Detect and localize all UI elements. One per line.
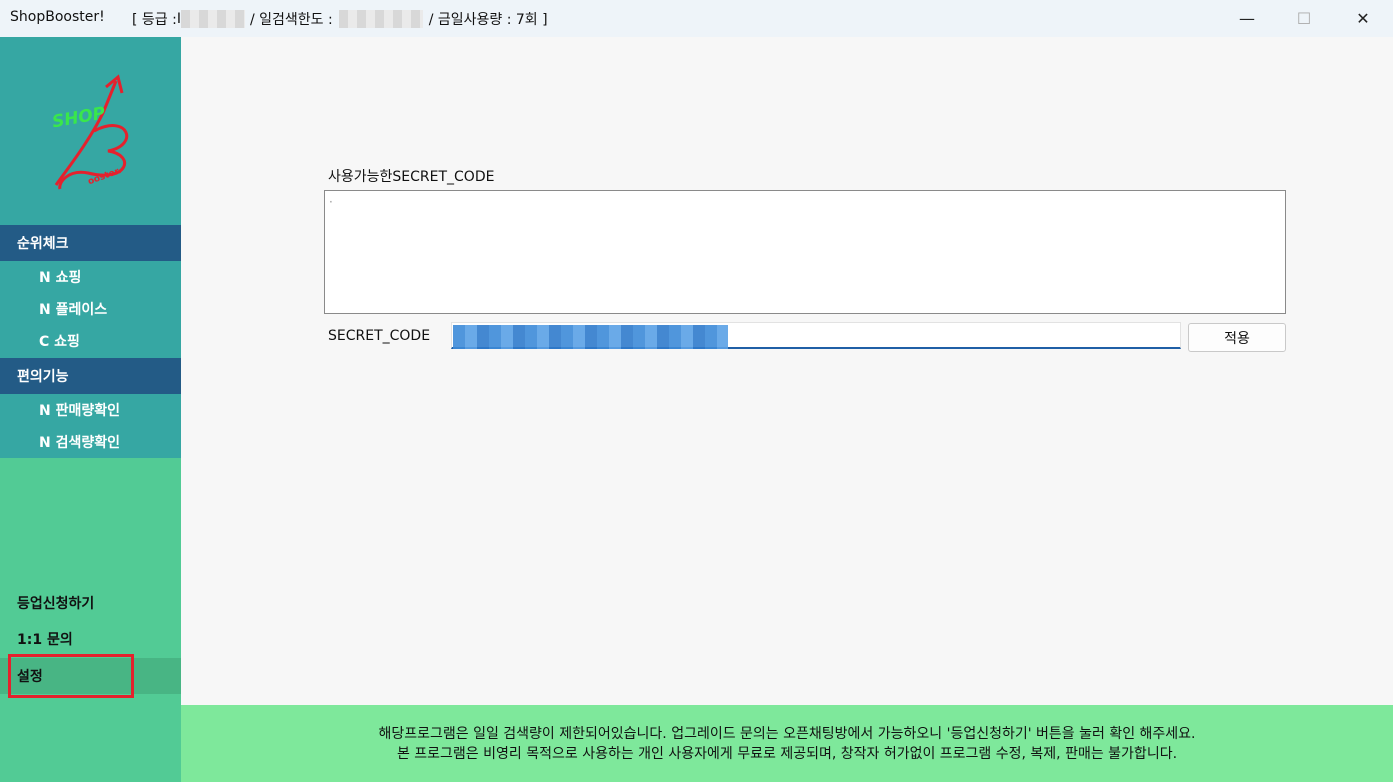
apply-button[interactable]: 적용 <box>1188 323 1286 352</box>
app-title: ShopBooster! <box>10 9 105 25</box>
title-bar: ShopBooster! [ 등급 : I / 일검색한도 : / 금일사용량 … <box>0 0 1393 37</box>
account-info: [ 등급 : I / 일검색한도 : / 금일사용량 : 7회 ] <box>132 9 548 29</box>
nav-item-c-shopping[interactable]: C 쇼핑 <box>0 325 181 357</box>
section-header-utilities[interactable]: 편의기능 <box>0 358 181 394</box>
shopbooster-logo: SHOP ooster. <box>51 74 129 190</box>
logo-text-booster: ooster. <box>87 166 123 187</box>
daily-limit-label: / 일검색한도 : <box>249 12 333 28</box>
secret-code-list[interactable]: · <box>324 190 1286 314</box>
grade-value-redacted <box>180 10 245 28</box>
minimize-icon: — <box>1239 9 1255 28</box>
nav-item-n-shopping[interactable]: N 쇼핑 <box>0 261 181 293</box>
section-header-rank-check[interactable]: 순위체크 <box>0 225 181 261</box>
nav-item-n-search-volume[interactable]: N 검색량확인 <box>0 426 181 458</box>
footer-notice: 해당프로그램은 일일 검색량이 제한되어있습니다. 업그레이드 문의는 오픈채팅… <box>181 705 1393 782</box>
nav-item-n-place[interactable]: N 플레이스 <box>0 293 181 325</box>
footer-notice-line-1: 해당프로그램은 일일 검색량이 제한되어있습니다. 업그레이드 문의는 오픈채팅… <box>378 725 1196 742</box>
sidebar: SHOP ooster. 순위체크 N 쇼핑 N 플레이스 C 쇼핑 편의기능 … <box>0 37 181 782</box>
minimize-button[interactable]: — <box>1219 0 1275 37</box>
grade-label: [ 등급 : <box>132 12 177 28</box>
secret-code-input[interactable] <box>451 322 1181 349</box>
settings-panel: 사용가능한SECRET_CODE · SECRET_CODE 적용 <box>181 37 1393 705</box>
secret-code-label: SECRET_CODE <box>328 328 431 344</box>
sidebar-item-upgrade-request[interactable]: 등업신청하기 <box>0 585 181 621</box>
nav-item-n-sales-check[interactable]: N 판매량확인 <box>0 394 181 426</box>
secret-code-value-redacted <box>453 325 728 349</box>
daily-limit-redacted <box>338 10 423 28</box>
sidebar-item-settings[interactable]: 설정 <box>0 658 181 694</box>
sidebar-item-inquiry[interactable]: 1:1 문의 <box>0 621 181 657</box>
close-button[interactable]: ✕ <box>1335 0 1391 37</box>
usage-label: / 금일사용량 : 7회 ] <box>428 12 548 28</box>
close-icon: ✕ <box>1356 9 1370 28</box>
maximize-button[interactable]: ☐ <box>1276 0 1332 37</box>
footer-notice-line-2: 본 프로그램은 비영리 목적으로 사용하는 개인 사용자에게 무료로 제공되며,… <box>396 745 1178 762</box>
maximize-icon: ☐ <box>1296 9 1312 28</box>
secret-code-list-label: 사용가능한SECRET_CODE <box>328 169 495 185</box>
